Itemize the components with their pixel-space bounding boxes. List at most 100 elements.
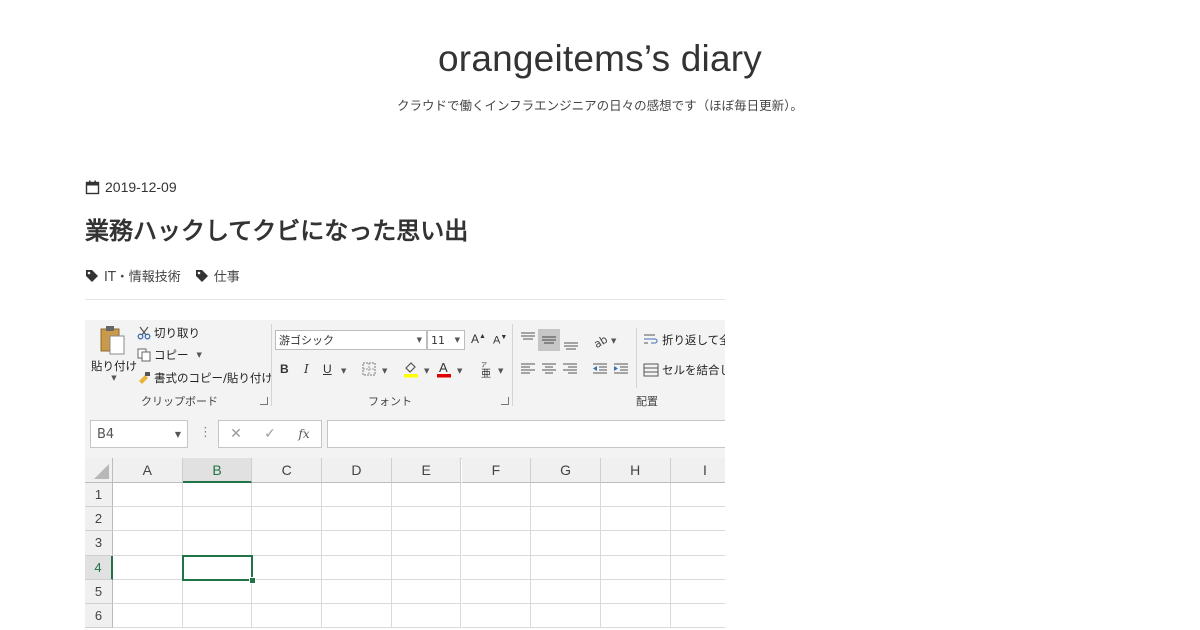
cell-a6[interactable] <box>113 604 183 629</box>
font-size-select[interactable]: 11 ▼ <box>427 330 465 350</box>
cell-f1[interactable] <box>461 483 532 508</box>
row-header-4[interactable]: 4 <box>85 555 113 580</box>
cell-a2[interactable] <box>113 507 183 532</box>
category-work[interactable]: 仕事 <box>195 266 240 285</box>
clipboard-launcher-icon[interactable] <box>260 397 268 405</box>
row-header-2[interactable]: 2 <box>85 507 113 532</box>
cell-g4[interactable] <box>531 555 601 580</box>
font-color-icon[interactable]: A <box>436 360 452 378</box>
cell-g1[interactable] <box>531 483 601 508</box>
border-dropdown-icon[interactable]: ▼ <box>382 367 387 375</box>
cell-e1[interactable] <box>391 483 462 508</box>
cell-f2[interactable] <box>461 507 532 532</box>
cell-i5[interactable] <box>670 580 725 604</box>
cell-f5[interactable] <box>461 579 532 604</box>
cell-h5[interactable] <box>600 579 671 604</box>
cell-e2[interactable] <box>391 507 462 532</box>
cell-a5[interactable] <box>113 579 183 604</box>
fill-color-dropdown-icon[interactable]: ▼ <box>424 367 429 375</box>
cell-e4[interactable] <box>391 555 462 580</box>
column-header-i[interactable]: I <box>670 458 725 483</box>
fill-color-icon[interactable] <box>403 360 419 378</box>
column-header-c[interactable]: C <box>252 458 323 483</box>
column-header-e[interactable]: E <box>391 458 462 483</box>
phonetic-guide-icon[interactable]: ア 亜 <box>480 360 492 378</box>
column-header-d[interactable]: D <box>322 458 392 483</box>
column-header-b[interactable]: B <box>182 458 253 483</box>
cell-e3[interactable] <box>391 531 462 556</box>
insert-function-icon[interactable]: fx <box>287 427 321 441</box>
cell-g2[interactable] <box>531 507 601 532</box>
entry-title[interactable]: 業務ハックしてクビになった思い出 <box>85 211 468 246</box>
cell-e5[interactable] <box>391 579 462 604</box>
underline-dropdown-icon[interactable]: ▼ <box>341 367 346 375</box>
format-painter-button[interactable]: 書式のコピー/貼り付け <box>137 370 273 386</box>
cell-d1[interactable] <box>322 483 392 508</box>
align-left-icon[interactable] <box>520 362 536 376</box>
cell-d2[interactable] <box>322 507 392 532</box>
cell-c2[interactable] <box>252 507 323 532</box>
cell-b5[interactable] <box>182 579 253 604</box>
cell-a4[interactable] <box>113 555 183 580</box>
align-bottom-icon[interactable] <box>563 337 579 351</box>
font-color-dropdown-icon[interactable]: ▼ <box>457 367 462 375</box>
cell-a3[interactable] <box>113 531 183 556</box>
orientation-dropdown-icon[interactable]: ▼ <box>611 337 616 345</box>
font-launcher-icon[interactable] <box>501 397 509 405</box>
cell-i2[interactable] <box>670 507 725 532</box>
wrap-text-button[interactable]: 折り返して全体 <box>643 332 725 348</box>
decrease-indent-icon[interactable] <box>592 362 608 376</box>
cell-h3[interactable] <box>600 531 671 556</box>
active-cell[interactable] <box>181 554 254 581</box>
column-header-h[interactable]: H <box>600 458 671 483</box>
decrease-font-size-icon[interactable]: A▼ <box>493 334 507 347</box>
cell-c6[interactable] <box>252 604 323 629</box>
row-header-1[interactable]: 1 <box>85 483 113 508</box>
cell-d6[interactable] <box>322 604 392 629</box>
cell-b6[interactable] <box>182 604 253 629</box>
cell-h4[interactable] <box>600 555 671 580</box>
paste-dropdown-icon[interactable]: ▼ <box>111 374 116 382</box>
cell-c3[interactable] <box>252 531 323 556</box>
font-name-select[interactable]: 游ゴシック ▼ <box>275 330 427 350</box>
cancel-icon[interactable]: ✕ <box>219 426 253 442</box>
copy-dropdown-icon[interactable]: ▼ <box>197 351 202 359</box>
cell-d4[interactable] <box>322 555 392 580</box>
align-middle-button[interactable] <box>538 329 560 351</box>
align-center-icon[interactable] <box>541 362 557 376</box>
cell-c4[interactable] <box>252 555 323 580</box>
cell-b3[interactable] <box>182 531 253 556</box>
cell-e6[interactable] <box>391 604 462 629</box>
cell-h1[interactable] <box>600 483 671 508</box>
border-icon[interactable] <box>362 362 376 376</box>
cell-c5[interactable] <box>252 579 323 604</box>
cell-g5[interactable] <box>531 579 601 604</box>
cell-i6[interactable] <box>670 604 725 629</box>
orientation-icon[interactable]: ab <box>593 332 609 348</box>
paste-button[interactable]: 貼り付け ▼ <box>91 324 137 382</box>
blog-title[interactable]: orangeitems’s diary <box>0 38 1200 80</box>
column-header-a[interactable]: A <box>113 458 183 483</box>
align-right-icon[interactable] <box>562 362 578 376</box>
more-options-icon[interactable]: ⋮ <box>199 425 212 440</box>
row-header-6[interactable]: 6 <box>85 604 113 629</box>
cell-b2[interactable] <box>182 507 253 532</box>
cell-b1[interactable] <box>182 483 253 508</box>
column-header-f[interactable]: F <box>461 458 532 483</box>
entry-date[interactable]: 2019-12-09 <box>85 178 177 196</box>
select-all-button[interactable] <box>85 458 113 483</box>
cell-g3[interactable] <box>531 531 601 556</box>
merge-center-button[interactable]: セルを結合し <box>643 362 725 378</box>
cell-h6[interactable] <box>600 604 671 629</box>
increase-font-size-icon[interactable]: A▲ <box>471 332 486 346</box>
formula-input[interactable] <box>327 420 725 448</box>
row-header-3[interactable]: 3 <box>85 531 113 556</box>
cell-i3[interactable] <box>670 531 725 556</box>
name-box[interactable]: B4 ▼ <box>90 420 188 448</box>
underline-button[interactable]: U <box>323 362 332 376</box>
row-header-5[interactable]: 5 <box>85 579 113 604</box>
cell-d5[interactable] <box>322 579 392 604</box>
cell-f6[interactable] <box>461 604 532 629</box>
align-top-icon[interactable] <box>520 331 536 345</box>
cut-button[interactable]: 切り取り <box>137 325 200 341</box>
